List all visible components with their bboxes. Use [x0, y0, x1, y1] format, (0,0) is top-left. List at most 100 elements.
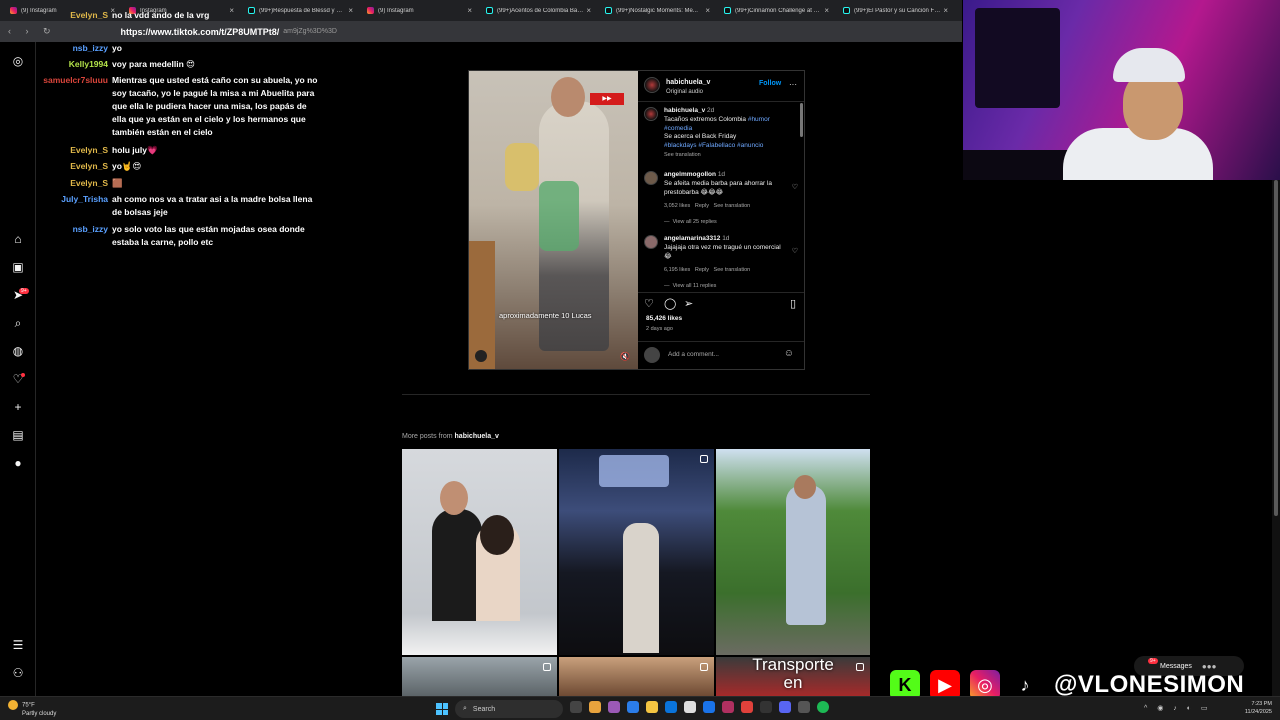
grid-caption-line1: Transporte [752, 657, 834, 674]
chat-username: Evelyn_S [70, 178, 108, 188]
emoji-icon[interactable]: ☺ [784, 348, 794, 359]
comment-icon[interactable]: ◯ [664, 297, 676, 310]
more-options-icon[interactable]: ··· [789, 80, 797, 89]
grid-caption-line2: en [783, 673, 803, 692]
author-username[interactable]: habichuela_v [666, 79, 710, 86]
caption-text: Tacaños extremos Colombia #humor #comedi… [664, 116, 770, 149]
tab-close-icon[interactable]: × [348, 6, 353, 15]
browser-tab[interactable]: (9) Instagram × [361, 2, 478, 19]
taskbar-search-label: Search [472, 705, 496, 713]
grid-post[interactable]: Transporte en [716, 657, 870, 696]
audio-label[interactable]: Original audio [666, 89, 703, 95]
webcam-overlay [963, 0, 1280, 180]
save-icon[interactable]: ▯ [790, 297, 796, 310]
page-scrollbar[interactable] [1272, 180, 1280, 696]
chat-username: nsb_izzy [72, 224, 108, 234]
file-explorer-icon[interactable] [646, 701, 658, 713]
chat-text: ah como nos va a tratar asi a la madre b… [112, 194, 313, 217]
tab-close-icon[interactable]: × [824, 6, 829, 15]
chat-text: holu july💗 [112, 145, 158, 155]
like-count[interactable]: 85,426 likes [646, 315, 682, 322]
pinned-apps [570, 701, 829, 713]
system-tray-icons[interactable]: ^ ◉ ♪ ◐ ▭ [1144, 704, 1212, 712]
create-icon[interactable]: + [11, 400, 25, 414]
browser-tab[interactable]: (99+)Cinnamon Challenge at S... × [718, 2, 835, 19]
tagged-user-icon[interactable] [475, 350, 487, 362]
post-header: habichuela_v Original audio Follow ··· [644, 77, 798, 99]
grid-post[interactable] [559, 657, 714, 696]
start-button-icon[interactable] [436, 703, 448, 715]
browser-tab[interactable]: (99+)Acentos de Colombia Bar... × [480, 2, 597, 19]
app-icon[interactable] [798, 701, 810, 713]
reels-icon[interactable]: ▣ [11, 260, 25, 274]
comment-like-icon[interactable]: ♡ [792, 183, 798, 191]
store-icon[interactable] [665, 701, 677, 713]
weather-condition: Partly cloudy [22, 711, 57, 717]
browser-tab[interactable]: (99+)Nostalgic Moments: Me... × [599, 2, 716, 19]
author-avatar[interactable] [644, 77, 660, 93]
mute-icon[interactable]: 🔇 [620, 352, 630, 361]
tab-close-icon[interactable]: × [586, 6, 591, 15]
app-icon[interactable] [722, 701, 734, 713]
add-comment-field[interactable]: Add a comment... ☺ [644, 347, 798, 363]
comment-avatar[interactable] [644, 235, 658, 249]
taskbar-search[interactable]: ⌕ Search [455, 700, 563, 718]
messages-badge: 9+ [1148, 658, 1158, 664]
caption-see-translation[interactable]: See translation [664, 152, 701, 158]
weather-widget[interactable]: 75°F Partly cloudy [8, 700, 56, 718]
app-icon[interactable] [760, 701, 772, 713]
taskbar-clock[interactable]: 7:23 PM 11/24/2025 [1236, 700, 1272, 716]
edge-icon[interactable] [627, 701, 639, 713]
search-icon: ⌕ [463, 705, 467, 712]
explore-icon[interactable]: ◍ [11, 344, 25, 358]
spotify-icon[interactable] [817, 701, 829, 713]
threads-icon[interactable]: ⚇ [11, 666, 25, 680]
share-icon[interactable]: ➢ [684, 297, 693, 310]
grid-post[interactable] [402, 449, 557, 655]
search-icon[interactable]: ⌕ [11, 316, 25, 330]
video-caption: aproximadamente 10 Lucas [499, 311, 592, 320]
like-icon[interactable]: ♡ [644, 297, 654, 310]
comments-scrollbar[interactable] [800, 103, 803, 137]
scrollbar-thumb[interactable] [1274, 180, 1278, 516]
app-icon[interactable] [741, 701, 753, 713]
follow-button[interactable]: Follow [759, 80, 781, 87]
view-replies-link[interactable]: — View all 25 replies [664, 219, 717, 225]
task-view-icon[interactable] [570, 701, 582, 713]
comment-avatar[interactable] [644, 171, 658, 185]
dashboard-icon[interactable]: ▤ [11, 428, 25, 442]
video-cloth [505, 143, 539, 191]
comment-username[interactable]: angelamarina3312 1d [664, 235, 729, 242]
menu-icon[interactable]: ☰ [11, 638, 25, 652]
comment-username[interactable]: angelmmogollon 1d [664, 171, 725, 178]
post-modal: ▶▶ aproximadamente 10 Lucas 🔇 habichuela… [468, 70, 805, 370]
view-replies-link[interactable]: — View all 11 replies [664, 283, 716, 289]
discord-icon[interactable] [779, 701, 791, 713]
reel-icon [856, 663, 864, 671]
app-icon[interactable] [703, 701, 715, 713]
post-actions: ♡ ◯ ➢ ▯ [644, 297, 798, 311]
more-posts-username[interactable]: habichuela_v [455, 433, 499, 440]
app-icon[interactable] [608, 701, 620, 713]
add-comment-input[interactable]: Add a comment... [668, 351, 719, 358]
browser-tab[interactable]: (99+)El Pastor y su Canción Fa... × [837, 2, 954, 19]
caption-avatar[interactable] [644, 107, 658, 121]
person-silhouette [623, 523, 659, 653]
weather-icon [8, 700, 18, 710]
caption-username[interactable]: habichuela_v 2d [664, 107, 714, 114]
comment-like-icon[interactable]: ♡ [792, 247, 798, 255]
profile-avatar-icon[interactable]: ● [11, 456, 25, 470]
post-video[interactable]: ▶▶ aproximadamente 10 Lucas 🔇 [469, 71, 638, 369]
tab-close-icon[interactable]: × [467, 6, 472, 15]
grid-post[interactable] [402, 657, 557, 696]
tiktok-icon [486, 7, 493, 14]
grid-post[interactable] [559, 449, 714, 655]
chrome-icon[interactable] [589, 701, 601, 713]
weather-temp: 75°F [22, 702, 35, 709]
chat-text: 🟫 [112, 178, 123, 188]
tab-close-icon[interactable]: × [705, 6, 710, 15]
multi-post-icon [700, 455, 708, 463]
app-icon[interactable] [684, 701, 696, 713]
grid-post[interactable] [716, 449, 870, 655]
tab-close-icon[interactable]: × [943, 6, 948, 15]
